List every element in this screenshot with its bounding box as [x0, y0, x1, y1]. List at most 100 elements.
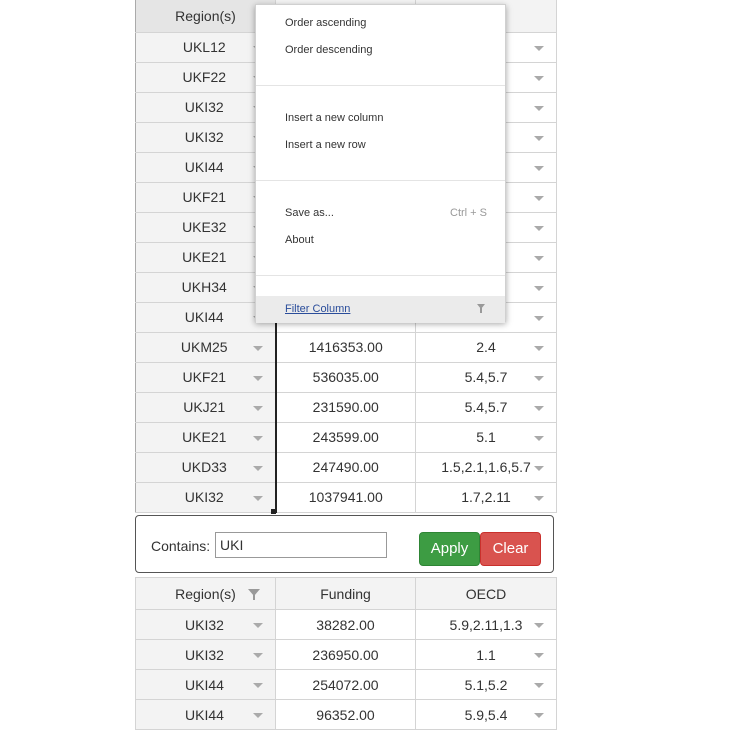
- region-cell[interactable]: UKJ21: [135, 391, 277, 423]
- dropdown-arrow-icon[interactable]: [534, 285, 544, 291]
- oecd-cell[interactable]: 5.1: [415, 421, 557, 453]
- dropdown-arrow-icon[interactable]: [534, 405, 544, 411]
- dropdown-arrow-icon[interactable]: [534, 435, 544, 441]
- cell-value: UKF21: [182, 189, 227, 205]
- table-row: UKM25 1416353.00 2.4: [135, 331, 557, 363]
- oecd-cell[interactable]: 5.9,2.11,1.3: [415, 609, 557, 640]
- cell-value: 5.4,5.7: [464, 399, 508, 415]
- column-header-funding[interactable]: Funding: [275, 577, 416, 610]
- dropdown-arrow-icon[interactable]: [534, 495, 544, 501]
- dropdown-arrow-icon[interactable]: [534, 683, 544, 688]
- dropdown-arrow-icon[interactable]: [253, 653, 263, 658]
- dropdown-arrow-icon[interactable]: [252, 375, 263, 381]
- dropdown-arrow-icon[interactable]: [534, 255, 544, 261]
- funding-cell[interactable]: 236950.00: [275, 639, 416, 670]
- funding-cell[interactable]: 536035.00: [275, 361, 416, 393]
- cell-value: 96352.00: [316, 706, 375, 723]
- cell-value: 1.5,2.1,1.6,5.7: [441, 459, 531, 475]
- dropdown-arrow-icon[interactable]: [534, 653, 544, 658]
- funding-cell[interactable]: 243599.00: [275, 421, 416, 453]
- region-cell[interactable]: UKI44: [135, 699, 276, 730]
- data-grid-bottom: Region(s) Funding OECD UKI32 38282.00 5.9,…: [135, 577, 557, 730]
- dropdown-arrow-icon[interactable]: [253, 623, 263, 628]
- oecd-cell[interactable]: 5.4,5.7: [415, 361, 557, 393]
- oecd-cell[interactable]: 2.4: [415, 331, 557, 363]
- dropdown-arrow-icon[interactable]: [252, 345, 263, 351]
- oecd-cell[interactable]: 5.9,5.4: [415, 699, 557, 730]
- region-cell[interactable]: UKI32: [135, 639, 276, 670]
- cell-value: UKD33: [181, 459, 227, 475]
- cell-value: UKF22: [182, 69, 227, 85]
- column-header-oecd[interactable]: OECD: [415, 577, 557, 610]
- table-row: UKD33 247490.00 1.5,2.1,1.6,5.7: [135, 451, 557, 483]
- funding-cell[interactable]: 231590.00: [275, 391, 416, 423]
- table-row: UKI32 1037941.00 1.7,2.11: [135, 481, 557, 513]
- dropdown-arrow-icon[interactable]: [253, 683, 263, 688]
- oecd-cell[interactable]: 5.4,5.7: [415, 391, 557, 423]
- funding-cell[interactable]: 1037941.00: [275, 481, 416, 513]
- menu-item-about[interactable]: About: [285, 234, 314, 246]
- oecd-cell[interactable]: 1.7,2.11: [415, 481, 557, 513]
- funding-cell[interactable]: 254072.00: [275, 669, 416, 700]
- funding-cell[interactable]: 38282.00: [275, 609, 416, 640]
- header-row: Region(s) Funding OECD: [135, 577, 557, 610]
- table-row: UKI44 96352.00 5.9,5.4: [135, 699, 557, 730]
- region-cell[interactable]: UKF21: [135, 361, 277, 393]
- region-cell[interactable]: UKD33: [135, 451, 277, 483]
- cell-value: 1416353.00: [308, 339, 383, 355]
- dropdown-arrow-icon[interactable]: [252, 405, 263, 411]
- menu-item-save-as[interactable]: Save as...: [285, 207, 334, 219]
- oecd-cell[interactable]: 1.1: [415, 639, 557, 670]
- dropdown-arrow-icon[interactable]: [252, 495, 263, 501]
- dropdown-arrow-icon[interactable]: [534, 165, 544, 171]
- region-cell[interactable]: UKE21: [135, 421, 277, 453]
- funding-cell[interactable]: 96352.00: [275, 699, 416, 730]
- dropdown-arrow-icon[interactable]: [534, 105, 544, 111]
- funding-cell[interactable]: 247490.00: [275, 451, 416, 483]
- dropdown-arrow-icon[interactable]: [534, 345, 544, 351]
- dropdown-arrow-icon[interactable]: [534, 713, 544, 718]
- region-cell[interactable]: UKI44: [135, 669, 276, 700]
- dropdown-arrow-icon[interactable]: [252, 465, 263, 471]
- clear-button[interactable]: Clear: [480, 532, 541, 566]
- selection-fill-handle[interactable]: [271, 509, 276, 514]
- save-as-shortcut: Ctrl + S: [450, 207, 487, 219]
- dropdown-arrow-icon[interactable]: [252, 435, 263, 441]
- column-header-region[interactable]: Region(s): [135, 577, 276, 610]
- filter-contains-input[interactable]: [215, 532, 387, 558]
- dropdown-arrow-icon[interactable]: [534, 623, 544, 628]
- dropdown-arrow-icon[interactable]: [534, 45, 544, 51]
- dropdown-arrow-icon[interactable]: [534, 135, 544, 141]
- menu-item-filter-column[interactable]: Filter Column: [256, 296, 505, 323]
- menu-item-insert-row[interactable]: Insert a new row: [285, 139, 366, 151]
- dropdown-arrow-icon[interactable]: [253, 713, 263, 718]
- cell-value: UKH34: [181, 279, 227, 295]
- filter-active-icon[interactable]: [248, 589, 260, 600]
- menu-item-order-ascending[interactable]: Order ascending: [285, 17, 366, 29]
- dropdown-arrow-icon[interactable]: [534, 75, 544, 81]
- oecd-cell[interactable]: 1.5,2.1,1.6,5.7: [415, 451, 557, 483]
- oecd-cell[interactable]: 5.1,5.2: [415, 669, 557, 700]
- cell-value: 5.9,2.11,1.3: [449, 616, 523, 633]
- cell-value: UKI44: [184, 309, 224, 325]
- cell-value: UKI44: [185, 706, 224, 723]
- region-cell[interactable]: UKI32: [135, 481, 277, 513]
- dropdown-arrow-icon[interactable]: [534, 375, 544, 381]
- menu-separator: [256, 85, 505, 86]
- cell-value: UKI32: [184, 489, 224, 505]
- menu-item-insert-column[interactable]: Insert a new column: [285, 112, 383, 124]
- cell-value: 5.1,5.2: [464, 676, 508, 693]
- dropdown-arrow-icon[interactable]: [534, 465, 544, 471]
- filter-column-label[interactable]: Filter Column: [285, 303, 350, 315]
- menu-item-order-descending[interactable]: Order descending: [285, 44, 372, 56]
- dropdown-arrow-icon[interactable]: [534, 225, 544, 231]
- cell-value: 5.1: [476, 429, 496, 445]
- dropdown-arrow-icon[interactable]: [534, 195, 544, 201]
- region-cell[interactable]: UKI32: [135, 609, 276, 640]
- region-cell[interactable]: UKM25: [135, 331, 277, 363]
- apply-button[interactable]: Apply: [419, 532, 480, 566]
- funding-cell[interactable]: 1416353.00: [275, 331, 416, 363]
- cell-value: UKE32: [182, 219, 227, 235]
- dropdown-arrow-icon[interactable]: [534, 315, 544, 321]
- cell-value: UKI32: [185, 616, 224, 633]
